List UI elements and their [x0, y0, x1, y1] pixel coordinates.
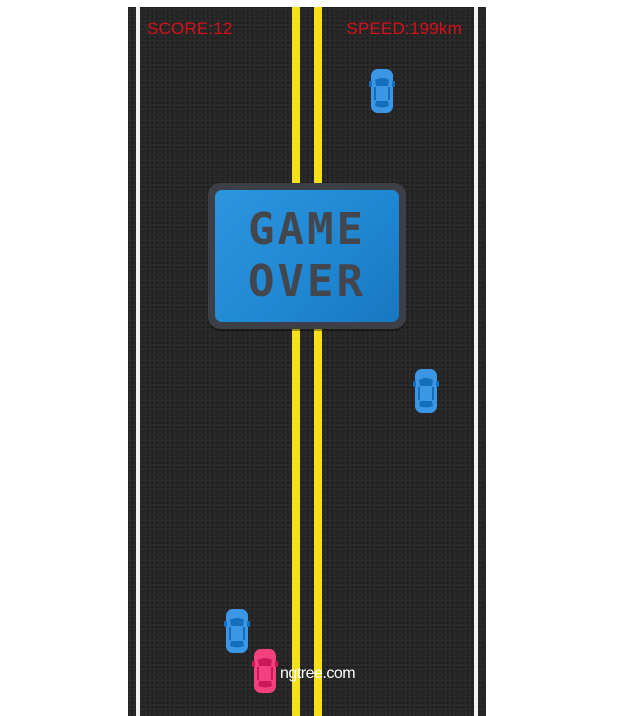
speed-display: SPEED:199km [346, 19, 462, 38]
game-over-sign: GAME OVER [208, 183, 406, 329]
center-line-right [314, 7, 322, 716]
player-car[interactable] [252, 648, 278, 694]
game-over-panel: GAME OVER [215, 190, 399, 322]
game-over-text-line1: GAME [248, 204, 366, 255]
enemy-car-icon [369, 69, 395, 113]
road: SCORE:12 SPEED:199km ngtree.com GAME OVE… [128, 7, 486, 716]
enemy-car [413, 368, 439, 414]
watermark-text: ngtree.com [280, 665, 356, 682]
game-over-text-line2: OVER [248, 256, 366, 307]
enemy-car-icon [413, 369, 439, 413]
road-edge-line-left [136, 7, 140, 716]
player-car-icon [252, 649, 278, 693]
enemy-car-icon [224, 609, 250, 653]
score-display: SCORE:12 [147, 19, 233, 38]
enemy-car [224, 608, 250, 654]
road-edge-line-right [474, 7, 478, 716]
enemy-car [369, 68, 395, 114]
center-line-left [292, 7, 300, 716]
